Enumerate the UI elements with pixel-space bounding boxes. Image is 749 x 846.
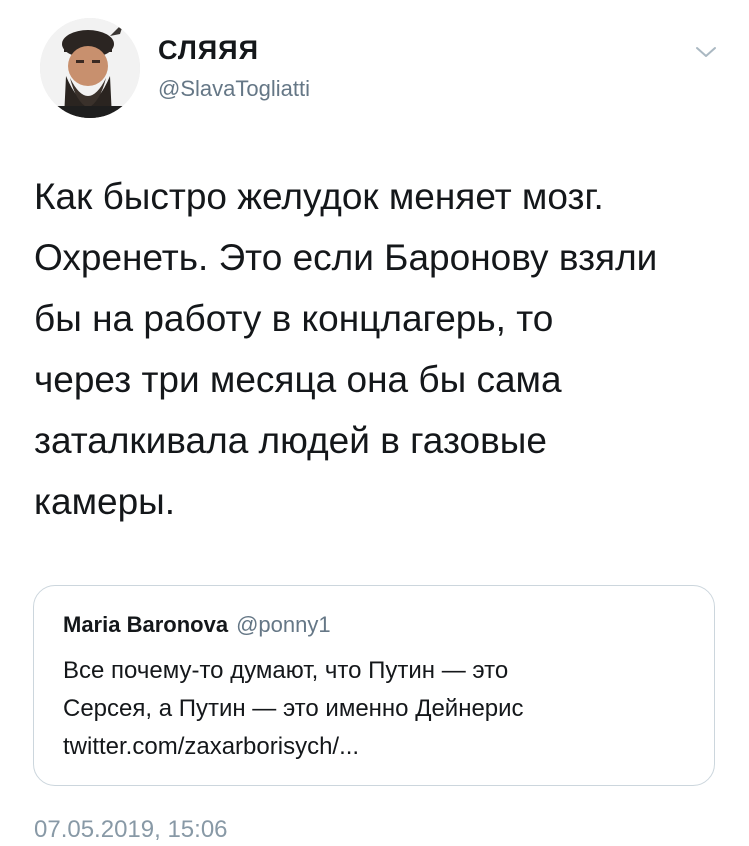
tweet-text-line: через три месяца она бы сама [34, 359, 562, 400]
tweet-text-line: заталкивала людей в газовые [34, 420, 547, 461]
user-handle[interactable]: @SlavaTogliatti [158, 76, 310, 102]
avatar[interactable] [40, 18, 140, 118]
tweet-text: Как быстро желудок меняет мозг. Охренеть… [34, 166, 724, 532]
avatar-image [40, 18, 140, 118]
quoted-text-line: Серсея, а Путин — это именно Дейнерис [63, 695, 524, 722]
chevron-down-icon[interactable] [694, 44, 718, 60]
quoted-tweet-text: Все почему-то думают, что Путин — это Се… [63, 652, 703, 766]
display-name[interactable]: СЛЯЯЯ [158, 34, 259, 66]
quoted-tweet-author: Maria Baronova @ponny1 [63, 612, 331, 638]
quoted-tweet-card[interactable]: Maria Baronova @ponny1 Все почему-то дума… [33, 585, 715, 786]
tweet-text-line: камеры. [34, 481, 176, 522]
quoted-author-handle: @ponny1 [236, 612, 331, 637]
quoted-text-line: Все почему-то думают, что Путин — это [63, 657, 509, 684]
tweet-text-line: Охренеть. Это если Баронову взяли [34, 237, 658, 278]
tweet: СЛЯЯЯ @SlavaTogliatti Как быстро желудок… [0, 0, 749, 846]
tweet-timestamp[interactable]: 07.05.2019, 15:06 [34, 816, 228, 844]
tweet-text-line: бы на работу в концлагерь, то [34, 298, 554, 339]
quoted-tweet-link[interactable]: twitter.com/zaxarborisych/... [63, 728, 703, 766]
quoted-author-name: Maria Baronova [63, 612, 229, 637]
tweet-text-line: Как быстро желудок меняет мозг. [34, 176, 604, 217]
